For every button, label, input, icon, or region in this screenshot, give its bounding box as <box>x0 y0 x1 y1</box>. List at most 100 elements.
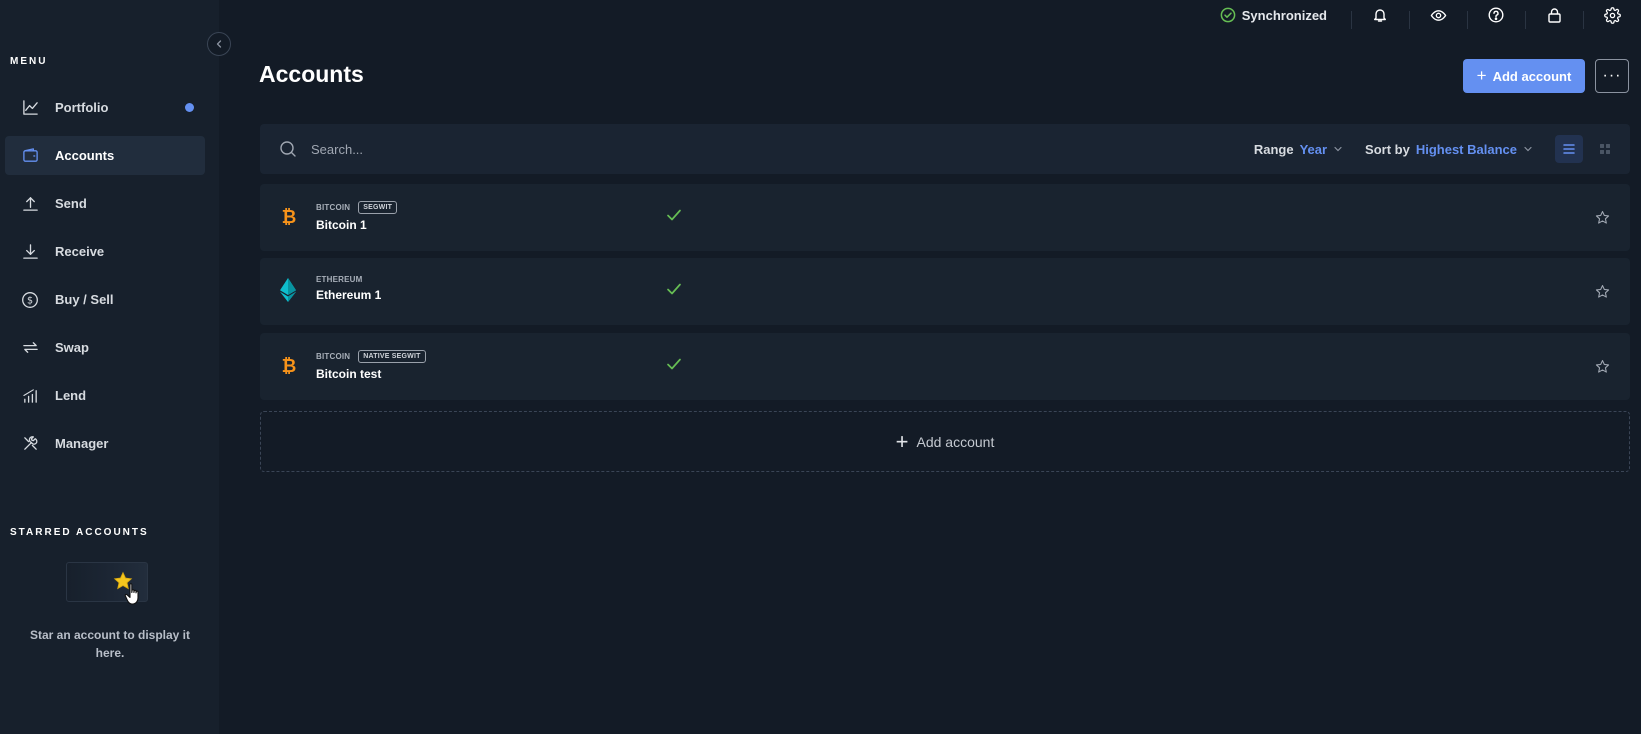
sidebar-item-receive[interactable]: Receive <box>5 232 205 271</box>
sort-label: Sort by <box>1365 141 1410 157</box>
check-icon <box>666 208 682 222</box>
sync-status[interactable]: Synchronized <box>1220 7 1327 23</box>
chevron-left-icon <box>214 39 224 49</box>
page-title: Accounts <box>259 61 364 87</box>
gear-icon <box>1603 6 1621 24</box>
account-meta: BITCOIN SEGWIT Bitcoin 1 <box>316 201 398 232</box>
sort-filter[interactable]: Sort by Highest Balance <box>1365 142 1533 157</box>
bitcoin-icon: ₿ <box>280 207 298 227</box>
grid-view-button[interactable] <box>1591 135 1619 163</box>
add-account-button[interactable]: + Add account <box>1463 59 1585 93</box>
account-currency: BITCOIN NATIVE SEGWIT <box>316 350 426 363</box>
search-icon <box>279 140 297 158</box>
currency-name: ETHEREUM <box>316 275 363 284</box>
notification-dot <box>185 103 194 112</box>
sidebar-item-label: Accounts <box>55 148 115 163</box>
plus-icon: + <box>895 428 909 454</box>
starred-accounts-title: STARRED ACCOUNTS <box>10 527 149 538</box>
chart-icon <box>20 98 40 118</box>
currency-name: BITCOIN <box>316 203 351 212</box>
add-account-label: Add account <box>1492 68 1572 84</box>
tools-icon <box>20 434 40 454</box>
sidebar-item-manager[interactable]: Manager <box>5 424 205 463</box>
discreet-mode-button[interactable] <box>1409 7 1467 29</box>
sync-label: Synchronized <box>1241 7 1327 23</box>
settings-button[interactable] <box>1583 6 1641 29</box>
send-icon <box>20 194 40 214</box>
sidebar-item-portfolio[interactable]: Portfolio <box>5 88 205 127</box>
starred-illustration <box>66 562 148 605</box>
sidebar-item-label: Send <box>55 196 87 211</box>
sidebar-item-label: Swap <box>55 340 89 355</box>
collapse-sidebar-button[interactable] <box>207 32 231 56</box>
list-view-button[interactable] <box>1555 135 1583 163</box>
grid-icon <box>1598 142 1612 156</box>
sidebar-item-lend[interactable]: Lend <box>5 376 205 415</box>
bitcoin-icon: ₿ <box>280 356 298 376</box>
ethereum-icon <box>280 278 296 302</box>
lock-button[interactable] <box>1525 7 1583 29</box>
sidebar-item-send[interactable]: Send <box>5 184 205 223</box>
eye-icon <box>1430 7 1447 24</box>
bell-icon <box>1372 7 1388 23</box>
account-name: Bitcoin 1 <box>316 218 367 232</box>
topbar: Synchronized <box>1220 0 1641 30</box>
list-icon <box>1562 142 1576 156</box>
svg-text:₿: ₿ <box>282 356 297 376</box>
account-row[interactable]: ₿ BITCOIN NATIVE SEGWIT Bitcoin test <box>260 333 1630 400</box>
add-account-row[interactable]: + Add account <box>260 411 1630 472</box>
sidebar: MENU Portfolio Accounts Send Receive $ B… <box>0 0 219 734</box>
chevron-down-icon <box>1333 144 1343 154</box>
starred-empty-message: Star an account to display it here. <box>29 628 191 660</box>
account-meta: ETHEREUM Ethereum 1 <box>316 275 381 302</box>
help-button[interactable] <box>1467 7 1525 29</box>
account-tag: NATIVE SEGWIT <box>358 350 426 363</box>
receive-icon <box>20 242 40 262</box>
chevron-down-icon <box>1523 144 1533 154</box>
sort-value: Highest Balance <box>1415 141 1517 157</box>
more-options-button[interactable]: ··· <box>1595 59 1629 93</box>
check-icon <box>666 357 682 371</box>
sidebar-item-label: Portfolio <box>55 100 109 115</box>
check-icon <box>666 282 682 296</box>
account-meta: BITCOIN NATIVE SEGWIT Bitcoin test <box>316 350 426 381</box>
currency-name: BITCOIN <box>316 352 351 361</box>
sidebar-item-swap[interactable]: Swap <box>5 328 205 367</box>
help-icon <box>1488 7 1504 23</box>
star-icon[interactable] <box>1595 359 1610 374</box>
sidebar-item-label: Lend <box>55 388 87 403</box>
account-name: Ethereum 1 <box>316 288 382 302</box>
account-tag: SEGWIT <box>358 201 398 214</box>
more-icon: ··· <box>1602 67 1622 84</box>
wallet-icon <box>20 146 40 166</box>
plus-icon: + <box>1476 66 1487 85</box>
account-currency: ETHEREUM <box>316 275 381 284</box>
sidebar-item-label: Manager <box>55 436 109 451</box>
account-row[interactable]: ₿ BITCOIN SEGWIT Bitcoin 1 <box>260 184 1630 251</box>
range-value: Year <box>1299 141 1328 157</box>
dollar-icon: $ <box>20 290 40 310</box>
hand-cursor-icon <box>124 582 144 606</box>
sidebar-item-accounts[interactable]: Accounts <box>5 136 205 175</box>
accounts-toolbar: Range Year Sort by Highest Balance <box>260 124 1630 174</box>
sidebar-item-label: Receive <box>55 244 105 259</box>
svg-text:₿: ₿ <box>282 207 297 227</box>
account-name: Bitcoin test <box>316 367 382 381</box>
star-icon[interactable] <box>1595 284 1610 299</box>
search-input[interactable] <box>311 141 911 157</box>
range-filter[interactable]: Range Year <box>1254 142 1343 157</box>
svg-text:$: $ <box>27 295 33 306</box>
lend-icon <box>20 386 40 406</box>
sidebar-item-buy-sell[interactable]: $ Buy / Sell <box>5 280 205 319</box>
menu-title: MENU <box>10 56 48 67</box>
sidebar-item-label: Buy / Sell <box>55 292 114 307</box>
account-row[interactable]: ETHEREUM Ethereum 1 <box>260 258 1630 325</box>
check-circle-icon <box>1220 7 1236 23</box>
account-currency: BITCOIN SEGWIT <box>316 201 398 214</box>
lock-icon <box>1547 7 1562 23</box>
range-label: Range <box>1253 141 1294 157</box>
add-account-row-label: Add account <box>916 433 995 450</box>
star-icon[interactable] <box>1595 210 1610 225</box>
swap-icon <box>20 338 40 358</box>
notifications-button[interactable] <box>1351 7 1409 29</box>
